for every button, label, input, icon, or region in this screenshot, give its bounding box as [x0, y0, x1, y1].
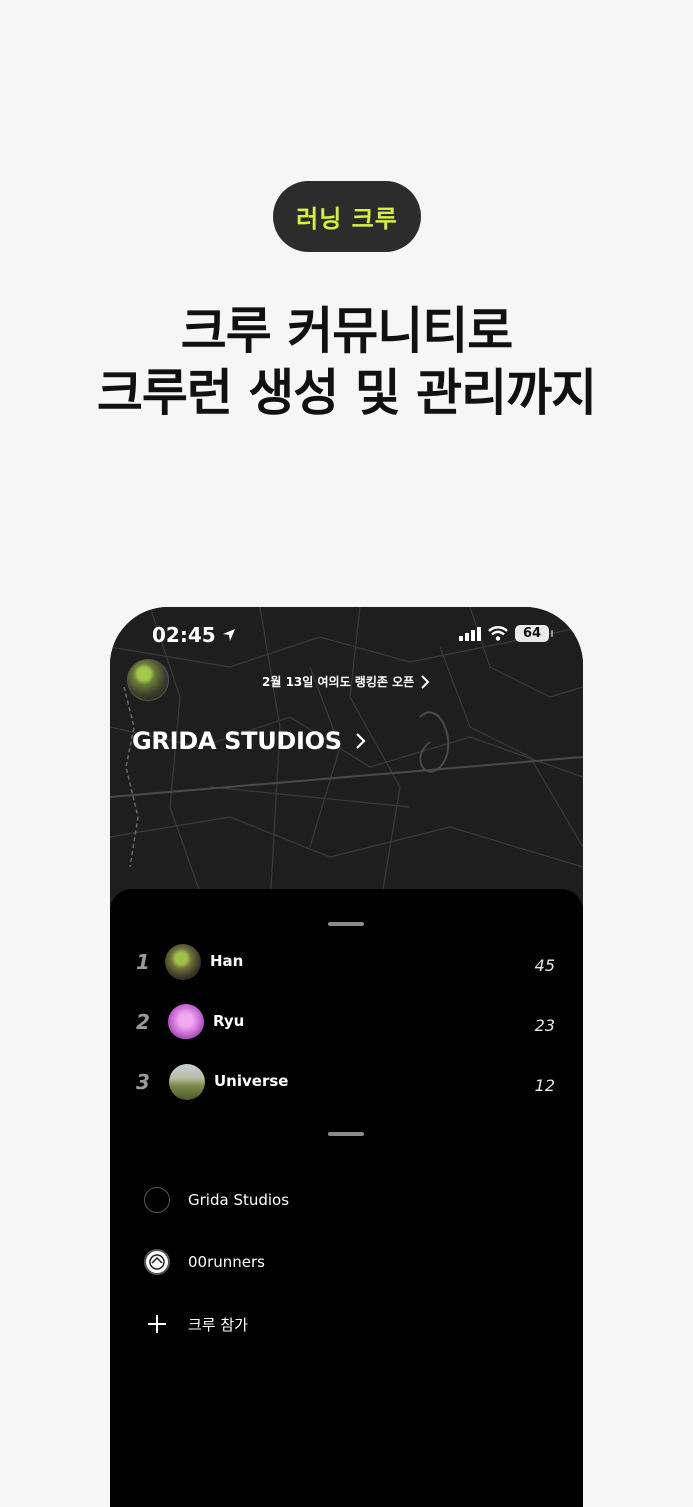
battery-level: 64 [522, 626, 542, 641]
crew-title-text: GRIDA STUDIOS [132, 727, 342, 755]
member-score: 12 [534, 1076, 555, 1095]
chevron-right-icon [421, 674, 430, 689]
map-roads [110, 607, 583, 908]
notice-text: 2월 13일 여의도 랭킹존 오픈 [262, 675, 415, 689]
join-crew-label: 크루 참가 [188, 1315, 248, 1334]
status-indicators: 64 [459, 625, 553, 642]
bottom-sheet: 1 Han 45 2 Ryu 23 3 Universe 12 Grida St… [110, 889, 583, 1507]
crew-logo [144, 1249, 170, 1275]
member-avatar [169, 1064, 205, 1100]
member-name: Universe [214, 1072, 289, 1090]
plus-icon [148, 1315, 166, 1333]
member-score: 23 [534, 1016, 555, 1035]
section-divider-handle [328, 1132, 364, 1136]
ranking-row[interactable]: 2 Ryu 23 [110, 1004, 583, 1044]
sheet-drag-handle[interactable] [328, 922, 364, 926]
member-score: 45 [534, 956, 555, 975]
crew-list-item[interactable]: Grida Studios [144, 1186, 544, 1214]
phone-mockup: 02:45 64 2월 13일 여의도 랭킹존 오픈 GRIDA STUDIOS [110, 607, 583, 1507]
headline-line-1: 크루 커뮤니티로 [180, 302, 513, 360]
profile-avatar[interactable] [127, 659, 169, 701]
location-arrow-icon [222, 629, 235, 641]
crew-name: Grida Studios [188, 1191, 290, 1209]
rank-number: 1 [136, 950, 150, 974]
ranking-row[interactable]: 3 Universe 12 [110, 1064, 583, 1104]
status-time: 02:45 [152, 623, 236, 647]
crew-title[interactable]: GRIDA STUDIOS [132, 727, 366, 755]
member-name: Han [210, 952, 244, 970]
member-avatar [168, 1004, 204, 1040]
crew-emblem-icon [149, 1254, 165, 1270]
page-headline: 크루 커뮤니티로 크루런 생성 및 관리까지 [0, 300, 693, 424]
category-badge: 러닝 크루 [273, 181, 421, 252]
notice-banner[interactable]: 2월 13일 여의도 랭킹존 오픈 [262, 673, 430, 690]
ranking-row[interactable]: 1 Han 45 [110, 944, 583, 984]
rank-number: 3 [136, 1070, 150, 1094]
member-avatar [165, 944, 201, 980]
crew-name: 00runners [188, 1253, 265, 1271]
headline-line-2: 크루런 생성 및 관리까지 [96, 364, 597, 422]
map-background: 02:45 64 2월 13일 여의도 랭킹존 오픈 GRIDA STUDIOS [110, 607, 583, 908]
wifi-icon [488, 626, 508, 641]
rank-number: 2 [136, 1010, 150, 1034]
status-time-text: 02:45 [152, 623, 216, 647]
join-crew-button[interactable]: 크루 참가 [144, 1310, 544, 1338]
battery-icon: 64 [515, 625, 553, 642]
cellular-signal-icon [459, 626, 481, 641]
crew-logo [144, 1187, 170, 1213]
crew-list-item[interactable]: 00runners [144, 1248, 544, 1276]
member-name: Ryu [213, 1012, 245, 1030]
chevron-right-icon [355, 733, 366, 749]
